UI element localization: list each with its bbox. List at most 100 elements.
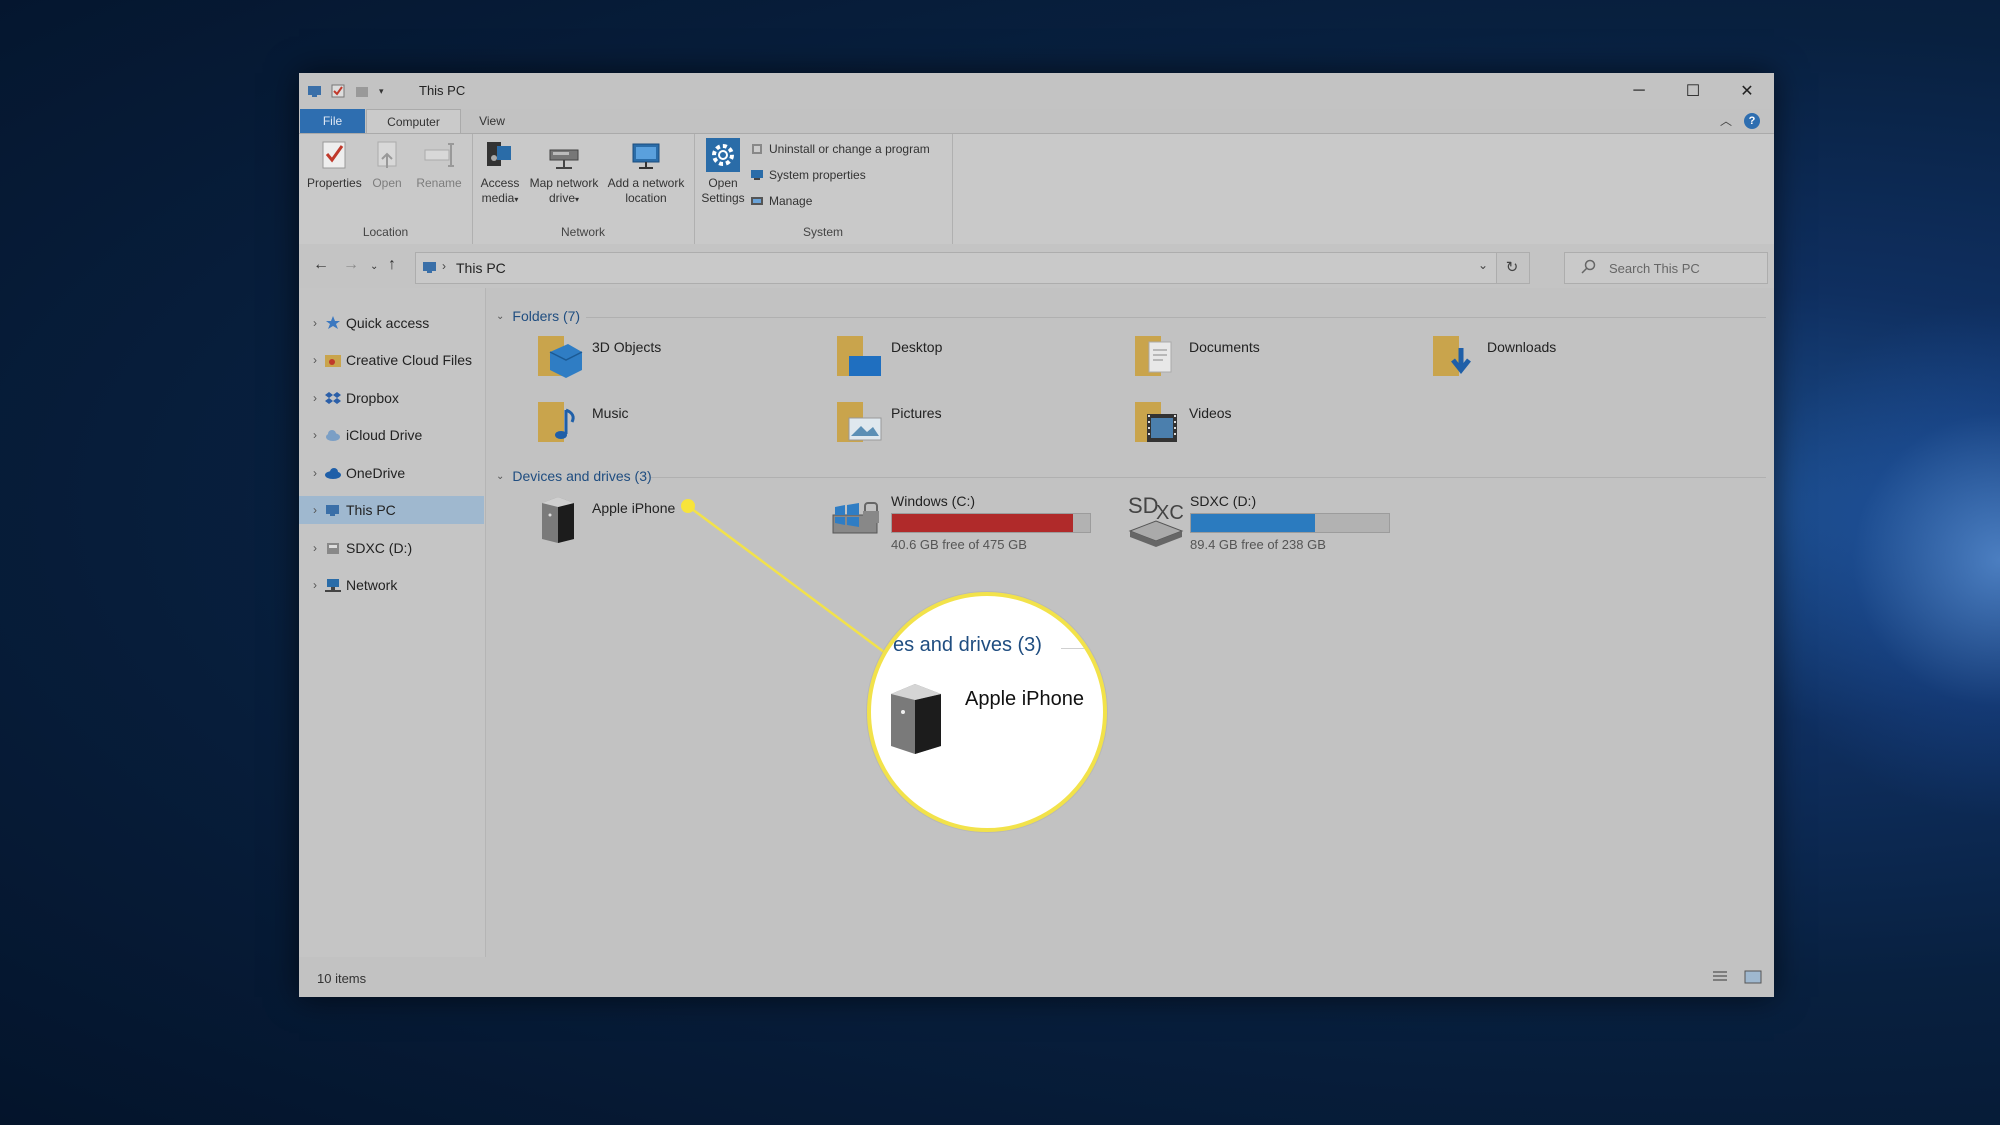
drive-d-usage-bar xyxy=(1190,513,1390,533)
sdxc-drive-icon: SDXC xyxy=(1128,493,1184,547)
folder-label: 3D Objects xyxy=(592,339,662,355)
callout-heading: es and drives (3) xyxy=(893,634,1042,656)
tab-file[interactable]: File xyxy=(300,109,365,133)
recent-locations-chevron-icon[interactable]: ⌄ xyxy=(370,261,378,272)
system-properties-button[interactable]: System properties xyxy=(750,168,866,182)
rename-button[interactable]: Rename xyxy=(413,138,465,191)
expand-chevron-icon[interactable]: › xyxy=(305,316,325,330)
details-view-icon[interactable] xyxy=(1712,970,1728,989)
music-folder-icon xyxy=(538,402,575,442)
svg-text:XC: XC xyxy=(1156,502,1184,524)
close-button[interactable]: ✕ xyxy=(1720,73,1774,109)
sidebar-item-label: OneDrive xyxy=(346,465,406,481)
device-apple-iphone[interactable]: Apple iPhone xyxy=(536,493,816,551)
drive-c-usage-fill xyxy=(892,514,1074,532)
expand-chevron-icon[interactable]: › xyxy=(305,503,325,517)
collapse-ribbon-icon[interactable]: ︿ xyxy=(1720,112,1732,129)
sidebar-item-network[interactable]: › Network xyxy=(299,571,484,599)
drive-sdxc-d[interactable]: SD XC SDXC (D:) 89.4 GB free of 238 GB xyxy=(1126,493,1416,552)
uninstall-program-button[interactable]: Uninstall or change a program xyxy=(750,142,930,156)
folder-downloads[interactable]: Downloads xyxy=(1431,330,1711,388)
navigation-pane: › Quick access › Creative Cloud Files › … xyxy=(299,288,486,957)
folder-music[interactable]: Music xyxy=(536,396,816,454)
properties-qa-icon[interactable] xyxy=(331,84,347,98)
folder-3d-objects[interactable]: 3D Objects xyxy=(536,330,816,388)
sidebar-item-label: Creative Cloud Files xyxy=(346,352,473,368)
new-folder-qa-icon[interactable] xyxy=(355,84,371,98)
this-pc-icon xyxy=(325,503,341,517)
expand-chevron-icon[interactable]: › xyxy=(305,578,325,592)
collapse-chevron-icon[interactable]: ⌄ xyxy=(496,311,504,322)
add-network-location-button[interactable]: Add a network location xyxy=(602,138,690,206)
manage-button[interactable]: Manage xyxy=(750,194,812,208)
address-bar[interactable]: › This PC ⌄ xyxy=(415,252,1497,284)
sidebar-item-onedrive[interactable]: › OneDrive xyxy=(299,459,484,487)
windows-drive-icon xyxy=(832,502,879,534)
back-arrow-icon[interactable]: ← xyxy=(313,256,329,274)
ribbon-tabs: File Computer View xyxy=(299,109,1774,134)
properties-button[interactable]: Properties xyxy=(307,138,362,191)
sidebar-item-label: iCloud Drive xyxy=(346,427,423,443)
folder-pictures[interactable]: Pictures xyxy=(835,396,1115,454)
sidebar-item-sdxc[interactable]: › SDXC (D:) xyxy=(299,534,484,562)
sidebar-item-quick-access[interactable]: › Quick access xyxy=(299,309,484,337)
manage-icon xyxy=(750,195,764,207)
maximize-button[interactable]: ☐ xyxy=(1666,73,1720,109)
system-group: Open Settings Uninstall or change a prog… xyxy=(694,134,953,244)
map-network-drive-button[interactable]: Map network drive▾ xyxy=(526,138,602,207)
collapse-chevron-icon[interactable]: ⌄ xyxy=(496,471,504,482)
folder-label: Music xyxy=(592,405,629,421)
search-input[interactable]: Search This PC xyxy=(1564,252,1768,284)
expand-chevron-icon[interactable]: › xyxy=(305,466,325,480)
videos-folder-icon xyxy=(1135,402,1177,442)
expand-chevron-icon[interactable]: › xyxy=(305,541,325,555)
open-settings-button[interactable]: Open Settings xyxy=(698,138,748,206)
up-arrow-icon[interactable]: ↑ xyxy=(388,256,396,274)
access-media-button[interactable]: Access media▾ xyxy=(476,138,524,207)
folder-label: Downloads xyxy=(1487,339,1557,355)
forward-arrow-icon[interactable]: → xyxy=(343,256,359,274)
customize-qa-dropdown-icon[interactable]: ▾ xyxy=(379,86,384,97)
open-button[interactable]: Open xyxy=(365,138,409,191)
system-properties-label: System properties xyxy=(769,168,866,182)
refresh-button[interactable]: ↻ xyxy=(1495,252,1530,284)
devices-section-header[interactable]: ⌄ Devices and drives (3) xyxy=(496,468,652,484)
address-history-dropdown-icon[interactable]: ⌄ xyxy=(1478,258,1488,272)
system-group-label: System xyxy=(802,225,843,239)
folder-videos[interactable]: Videos xyxy=(1133,396,1413,454)
sidebar-item-label: Quick access xyxy=(346,315,430,331)
large-icons-view-icon[interactable] xyxy=(1744,970,1762,989)
onedrive-cloud-icon xyxy=(325,466,341,480)
desktop-background xyxy=(1740,300,2000,820)
callout-marker-dot xyxy=(681,499,695,513)
sidebar-item-creative-cloud[interactable]: › Creative Cloud Files xyxy=(299,346,484,374)
map-network-drive-icon xyxy=(549,149,579,169)
access-media-dropdown-icon: ▾ xyxy=(514,195,519,204)
expand-chevron-icon[interactable]: › xyxy=(305,391,325,405)
address-pc-icon xyxy=(422,260,438,279)
minimize-button[interactable]: ─ xyxy=(1612,73,1666,109)
tab-view[interactable]: View xyxy=(459,109,525,133)
folder-documents[interactable]: Documents xyxy=(1133,330,1413,388)
folder-label: Pictures xyxy=(891,405,942,421)
folders-section-header[interactable]: ⌄ Folders (7) xyxy=(496,308,580,324)
network-icon xyxy=(325,578,341,592)
callout-divider xyxy=(1061,648,1101,649)
help-icon[interactable]: ? xyxy=(1744,112,1760,129)
folder-label: Documents xyxy=(1189,339,1260,355)
documents-folder-icon xyxy=(1135,336,1172,376)
device-label: Apple iPhone xyxy=(592,500,676,516)
drive-windows-c[interactable]: Windows (C:) 40.6 GB free of 475 GB xyxy=(831,493,1111,552)
sidebar-item-this-pc[interactable]: › This PC xyxy=(299,496,484,524)
expand-chevron-icon[interactable]: › xyxy=(305,428,325,442)
sidebar-item-dropbox[interactable]: › Dropbox xyxy=(299,384,484,412)
folder-desktop[interactable]: Desktop xyxy=(835,330,1115,388)
quick-access-toolbar: ▾ xyxy=(307,82,384,100)
window-title: This PC xyxy=(419,83,466,98)
ribbon: Properties Open Rename Location Access m… xyxy=(299,133,1774,245)
breadcrumb-separator-icon: › xyxy=(442,259,446,273)
expand-chevron-icon[interactable]: › xyxy=(305,353,325,367)
star-icon xyxy=(325,316,341,330)
tab-computer[interactable]: Computer xyxy=(366,109,461,134)
sidebar-item-icloud-drive[interactable]: › iCloud Drive xyxy=(299,421,484,449)
